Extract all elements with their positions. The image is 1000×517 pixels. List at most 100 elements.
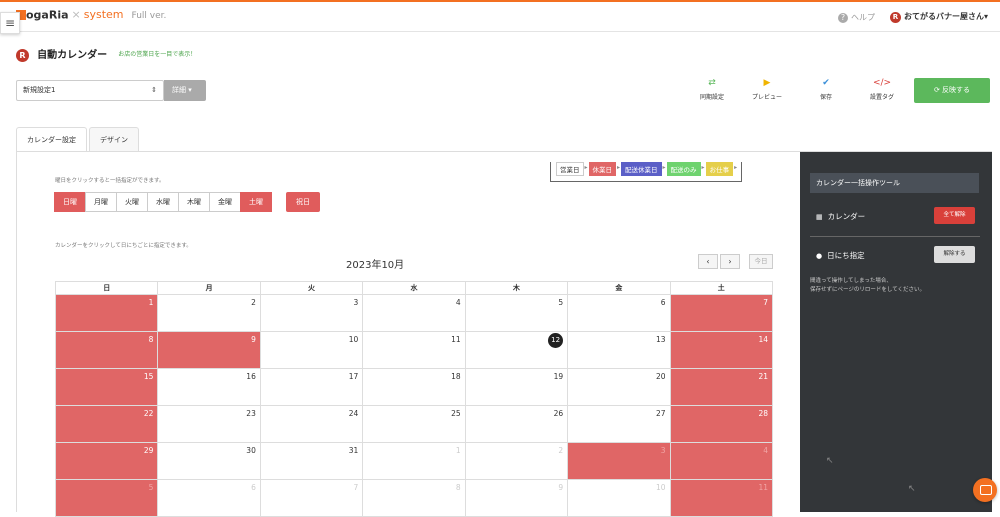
calendar-day-cell[interactable]: 2	[157, 294, 261, 332]
calendar-day-cell[interactable]: 9	[464, 479, 569, 517]
day-number: 5	[558, 298, 564, 307]
calendar-day-cell[interactable]: 17	[259, 368, 364, 406]
chat-icon[interactable]	[973, 478, 997, 502]
weekday-toggle[interactable]: 金曜	[209, 192, 241, 212]
day-number: 17	[348, 372, 359, 381]
weekday-toggle[interactable]: 木曜	[178, 192, 210, 212]
calendar-day-cell[interactable]: 3	[567, 442, 671, 480]
holiday-button[interactable]: 祝日	[286, 192, 320, 212]
day-number: 3	[353, 298, 359, 307]
prev-month-button[interactable]: ‹	[698, 254, 718, 269]
publish-button[interactable]: ⟳ 反映する	[914, 78, 990, 103]
calendar-day-cell[interactable]: 24	[259, 405, 364, 443]
hamburger-menu-icon[interactable]: ≡	[0, 12, 20, 34]
user-name: おてがるバナー屋さん▾	[904, 12, 989, 21]
calendar-day-cell[interactable]: 5	[464, 294, 569, 332]
release-button[interactable]: 解除する	[934, 246, 975, 263]
calendar-day-cell[interactable]: 4	[362, 294, 466, 332]
calendar-day-cell[interactable]: 6	[567, 294, 671, 332]
today-button[interactable]: 今日	[749, 254, 773, 269]
logo-main: ogaRia	[26, 8, 69, 22]
weekday-hint: 曜日をクリックすると一括指定ができます。	[55, 178, 165, 184]
toolbar-tool-button[interactable]: ✔ 保存	[806, 78, 846, 101]
weekday-toggle[interactable]: 土曜	[240, 192, 272, 212]
weekday-toggle[interactable]: 月曜	[85, 192, 117, 212]
calendar-day-cell[interactable]: 31	[259, 442, 364, 480]
legend-arrow-icon: ▸	[617, 164, 621, 171]
calendar-day-cell[interactable]: 11	[362, 331, 466, 369]
calendar-day-cell[interactable]: 1	[362, 442, 466, 480]
calendar-week: 29 30 31 1 2 3 4	[54, 442, 774, 480]
calendar-day-cell[interactable]: 5	[54, 479, 159, 517]
calendar-day-cell[interactable]: 21	[669, 368, 774, 406]
calendar-day-cell[interactable]: 7	[259, 479, 364, 517]
calendar-day-cell[interactable]: 8	[362, 479, 466, 517]
sidebar-note-line: 保存せずにページのリロードをしてください。	[810, 287, 926, 293]
calendar-day-cell[interactable]: 27	[567, 405, 671, 443]
calendar-day-cell[interactable]: 16	[157, 368, 261, 406]
app-logo[interactable]: ogaRia × system Full ver.	[16, 8, 166, 26]
calendar-day-cell[interactable]: 29	[54, 442, 159, 480]
calendar-day-cell[interactable]: 3	[259, 294, 364, 332]
calendar-day-cell[interactable]: 15	[54, 368, 159, 406]
legend-item: お仕事	[705, 162, 734, 176]
sidebar-calendar-text: カレンダー	[827, 212, 866, 221]
next-month-button[interactable]: ›	[720, 254, 740, 269]
day-number: 7	[353, 483, 359, 492]
clear-all-button[interactable]: 全て解除	[934, 207, 975, 224]
calendar-day-cell[interactable]: 8	[54, 331, 159, 369]
weekday-toggle[interactable]: 火曜	[116, 192, 148, 212]
calendar-week: 22 23 24 25 26 27 28	[54, 405, 774, 443]
calendar-day-cell[interactable]: 7	[669, 294, 774, 332]
sidebar-day-label: ● 日にち指定	[816, 250, 865, 261]
calendar-day-cell[interactable]: 13	[567, 331, 671, 369]
toolbar-tool-button[interactable]: </> 設置タグ	[862, 78, 902, 101]
day-number: 20	[655, 372, 666, 381]
legend-item: 配送のみ	[666, 162, 701, 176]
calendar-day-cell[interactable]: 22	[54, 405, 159, 443]
weekday-toggle[interactable]: 日曜	[54, 192, 86, 212]
calendar-day-cell[interactable]: 26	[464, 405, 569, 443]
toolbar-tool-icon: </>	[872, 78, 892, 88]
tab-calendar-settings[interactable]: カレンダー設定	[16, 127, 87, 152]
calendar-day-cell[interactable]: 25	[362, 405, 466, 443]
day-number: 16	[246, 372, 256, 381]
calendar-day-cell[interactable]: 2	[464, 442, 569, 480]
calendar-day-cell[interactable]: 10	[259, 331, 364, 369]
user-menu[interactable]: R おてがるバナー屋さん▾	[890, 11, 988, 23]
calendar-day-cell[interactable]: 6	[157, 479, 261, 517]
toolbar-tool-button[interactable]: ▶ プレビュー	[747, 78, 787, 101]
calendar-day-cell[interactable]: 9	[157, 331, 261, 369]
calendar-day-cell[interactable]: 30	[157, 442, 261, 480]
day-number: 1	[148, 298, 154, 307]
calendar-day-cell[interactable]: 28	[669, 405, 774, 443]
calendar-day-cell[interactable]: 12	[464, 331, 569, 369]
preset-select[interactable]: 新規設定1 ⇕	[16, 80, 164, 101]
calendar-day-cell[interactable]: 19	[464, 368, 569, 406]
calendar-day-cell[interactable]: 4	[669, 442, 774, 480]
day-number: 22	[143, 409, 154, 418]
day-number: 14	[758, 335, 768, 344]
calendar-day-cell[interactable]: 20	[567, 368, 671, 406]
calendar-day-cell[interactable]: 14	[669, 331, 774, 369]
day-number: 1	[455, 446, 461, 455]
calendar-day-cell[interactable]: 10	[567, 479, 671, 517]
tab-design[interactable]: デザイン	[89, 127, 139, 151]
legend-arrow-icon: ▸	[734, 164, 738, 171]
day-number: 27	[655, 409, 666, 418]
weekday-toggle[interactable]: 水曜	[147, 192, 179, 212]
calendar-day-cell[interactable]: 18	[362, 368, 466, 406]
toolbar-tool-label: 保存	[819, 94, 832, 101]
detail-dropdown-button[interactable]: 詳細 ▾	[164, 80, 206, 101]
day-number: 19	[553, 372, 564, 381]
toolbar-tool-icon: ▶	[763, 78, 771, 88]
calendar-day-cell[interactable]: 1	[54, 294, 159, 332]
preset-value: 新規設定1	[23, 86, 56, 94]
help-link[interactable]: ? ヘルプ	[838, 12, 875, 23]
top-bar: ogaRia × system Full ver. ? ヘルプ R おてがるバナー屋さん▾	[0, 0, 1000, 32]
toolbar-tool-button[interactable]: ⇄ 同期設定	[692, 78, 732, 101]
calendar-day-cell[interactable]: 11	[669, 479, 774, 517]
calendar-day-cell[interactable]: 23	[157, 405, 261, 443]
page-badge: R	[16, 49, 29, 62]
day-number: 13	[655, 335, 666, 344]
